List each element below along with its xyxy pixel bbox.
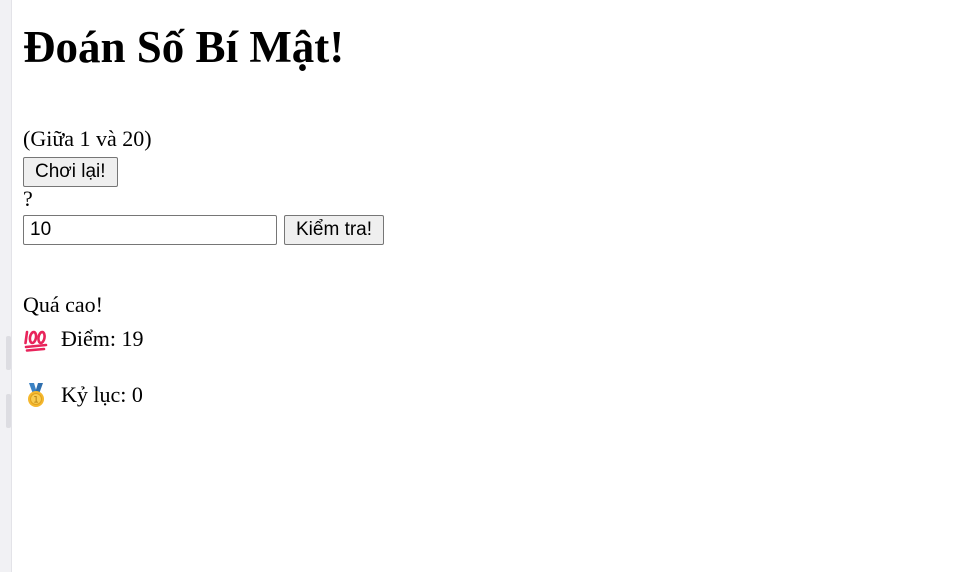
highscore-text: Kỷ lục: 0 [61, 382, 143, 407]
highscore-line: 1 Kỷ lục: 0 [23, 381, 143, 409]
resize-handle[interactable] [6, 394, 11, 428]
svg-text:1: 1 [33, 396, 39, 406]
check-button[interactable]: Kiểm tra! [284, 215, 385, 245]
guess-input[interactable] [23, 215, 277, 245]
hundred-points-icon [23, 326, 49, 352]
medal-icon: 1 [23, 382, 49, 408]
secret-number-display: ? [23, 186, 33, 211]
score-text: Điểm: 19 [61, 326, 144, 351]
left-panel-edge [0, 0, 12, 572]
replay-button[interactable]: Chơi lại! [23, 157, 118, 187]
range-hint: (Giữa 1 và 20) [23, 126, 152, 151]
page-title: Đoán Số Bí Mật! [23, 22, 345, 72]
feedback-message: Quá cao! [23, 292, 104, 317]
resize-handle[interactable] [6, 336, 11, 370]
score-line: Điểm: 19 [23, 325, 144, 353]
